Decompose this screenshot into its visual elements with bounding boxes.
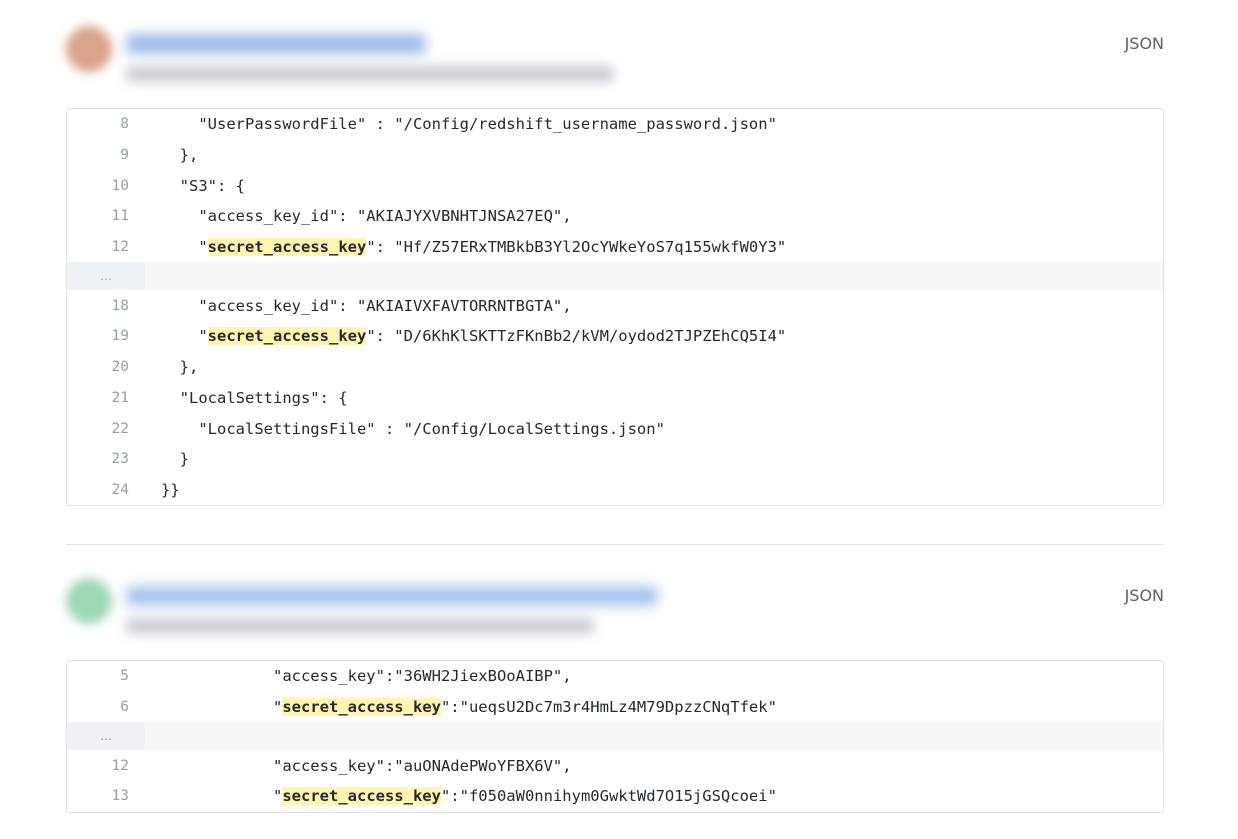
code-text: "access_key_id": "AKIAJYXVBNHTJNSA27EQ",: [129, 207, 1163, 225]
search-result-2: JSON: [66, 574, 1164, 634]
gap-fill: [145, 722, 1163, 751]
code-segment: ": [161, 698, 283, 717]
code-segment: ": [161, 787, 283, 806]
repository-name-link[interactable]: [126, 586, 658, 606]
code-segment: }: [161, 450, 189, 469]
line-number[interactable]: 11: [67, 208, 129, 224]
ellipsis-icon[interactable]: …: [67, 722, 145, 751]
code-line: 6 "secret_access_key":"ueqsU2Dc7m3r4HmLz…: [67, 692, 1163, 723]
line-number[interactable]: 13: [67, 788, 129, 804]
code-text: "LocalSettingsFile" : "/Config/LocalSett…: [129, 420, 1163, 438]
code-line: 10 "S3": {: [67, 170, 1163, 201]
code-text: },: [129, 358, 1163, 376]
avatar[interactable]: [66, 26, 112, 72]
search-match-highlight: secret_access_key: [282, 787, 441, 806]
code-line: 9 },: [67, 140, 1163, 171]
search-result-1: JSON: [66, 22, 1164, 82]
line-number[interactable]: 24: [67, 482, 129, 498]
code-line: 5 "access_key":"36WH2JiexBOoAIBP",: [67, 661, 1163, 692]
line-number[interactable]: 23: [67, 451, 129, 467]
code-text: "access_key":"36WH2JiexBOoAIBP",: [129, 667, 1163, 685]
code-segment: "access_key_id": "AKIAJYXVBNHTJNSA27EQ",: [161, 207, 572, 226]
code-segment: ":"ueqsU2Dc7m3r4HmLz4M79DpzzCNqTfek": [440, 698, 777, 717]
code-snippet: 8 "UserPasswordFile" : "/Config/redshift…: [66, 108, 1164, 507]
code-segment: "access_key":"36WH2JiexBOoAIBP",: [161, 667, 572, 686]
line-number[interactable]: 10: [67, 178, 129, 194]
line-number[interactable]: 22: [67, 421, 129, 437]
code-text: "secret_access_key": "D/6KhKlSKTTzFKnBb2…: [129, 327, 1163, 346]
line-number[interactable]: 20: [67, 359, 129, 375]
code-line: 22 "LocalSettingsFile" : "/Config/LocalS…: [67, 413, 1163, 444]
code-segment: "UserPasswordFile" : "/Config/redshift_u…: [161, 115, 777, 134]
line-number[interactable]: 6: [67, 699, 129, 715]
code-text: "secret_access_key":"f050aW0nnihym0GwktW…: [129, 787, 1163, 806]
code-line: 13 "secret_access_key":"f050aW0nnihym0Gw…: [67, 781, 1163, 812]
result-divider: [66, 544, 1164, 545]
line-number[interactable]: 8: [67, 116, 129, 132]
result-meta-text: [126, 66, 614, 82]
line-number[interactable]: 5: [67, 668, 129, 684]
code-line: 24}}: [67, 475, 1163, 506]
search-match-highlight: secret_access_key: [282, 698, 441, 717]
expand-lines-row[interactable]: …: [67, 722, 1163, 751]
code-snippet: 5 "access_key":"36WH2JiexBOoAIBP", 6 "sec…: [66, 660, 1164, 813]
code-segment: ":"f050aW0nnihym0GwktWd7O15jGSQcoei": [440, 787, 777, 806]
code-text: }: [129, 450, 1163, 468]
code-segment: }}: [161, 480, 180, 499]
search-match-highlight: secret_access_key: [207, 238, 367, 257]
code-segment: "access_key":"auONAdePWoYFBX6V",: [161, 756, 572, 775]
code-segment: ": "D/6KhKlSKTTzFKnBb2/kVM/oydod2TJPZEhC…: [366, 327, 787, 346]
code-segment: "LocalSettingsFile" : "/Config/LocalSett…: [161, 419, 665, 438]
code-line: 19 "secret_access_key": "D/6KhKlSKTTzFKn…: [67, 321, 1163, 352]
code-text: "LocalSettings": {: [129, 389, 1163, 407]
expand-lines-row[interactable]: …: [67, 262, 1163, 291]
code-text: "secret_access_key":"ueqsU2Dc7m3r4HmLz4M…: [129, 698, 1163, 717]
code-line: 12 "secret_access_key": "Hf/Z57ERxTMBkbB…: [67, 232, 1163, 263]
line-number[interactable]: 21: [67, 390, 129, 406]
language-label: JSON: [1124, 586, 1164, 605]
line-number[interactable]: 18: [67, 298, 129, 314]
line-number[interactable]: 9: [67, 147, 129, 163]
code-segment: ": "Hf/Z57ERxTMBkbB3Yl2OcYWkeYoS7q155wkf…: [366, 238, 787, 257]
code-line: 20 },: [67, 352, 1163, 383]
search-match-highlight: secret_access_key: [207, 327, 367, 346]
avatar[interactable]: [66, 578, 112, 624]
line-number[interactable]: 19: [67, 328, 129, 344]
code-text: "S3": {: [129, 177, 1163, 195]
code-segment: "LocalSettings": {: [161, 388, 348, 407]
code-text: },: [129, 146, 1163, 164]
code-segment: },: [161, 358, 199, 377]
result-meta-text: [126, 618, 594, 634]
code-line: 12 "access_key":"auONAdePWoYFBX6V",: [67, 750, 1163, 781]
code-line: 11 "access_key_id": "AKIAJYXVBNHTJNSA27E…: [67, 201, 1163, 232]
code-line: 18 "access_key_id": "AKIAIVXFAVTORRNTBGT…: [67, 290, 1163, 321]
gap-fill: [145, 262, 1163, 291]
code-text: "UserPasswordFile" : "/Config/redshift_u…: [129, 115, 1163, 133]
code-segment: ": [161, 238, 208, 257]
code-line: 23 }: [67, 444, 1163, 475]
code-segment: },: [161, 146, 199, 165]
code-line: 8 "UserPasswordFile" : "/Config/redshift…: [67, 109, 1163, 140]
code-segment: ": [161, 327, 208, 346]
code-text: "secret_access_key": "Hf/Z57ERxTMBkbB3Yl…: [129, 238, 1163, 257]
language-label: JSON: [1124, 34, 1164, 53]
code-text: "access_key":"auONAdePWoYFBX6V",: [129, 757, 1163, 775]
code-segment: "access_key_id": "AKIAIVXFAVTORRNTBGTA",: [161, 296, 572, 315]
code-text: }}: [129, 481, 1163, 499]
repository-name-link[interactable]: [126, 34, 426, 54]
result-header: JSON: [66, 574, 1164, 634]
code-segment: "S3": {: [161, 176, 245, 195]
line-number[interactable]: 12: [67, 758, 129, 774]
code-line: 21 "LocalSettings": {: [67, 383, 1163, 414]
line-number[interactable]: 12: [67, 239, 129, 255]
result-header: JSON: [66, 22, 1164, 82]
ellipsis-icon[interactable]: …: [67, 262, 145, 291]
code-text: "access_key_id": "AKIAIVXFAVTORRNTBGTA",: [129, 297, 1163, 315]
